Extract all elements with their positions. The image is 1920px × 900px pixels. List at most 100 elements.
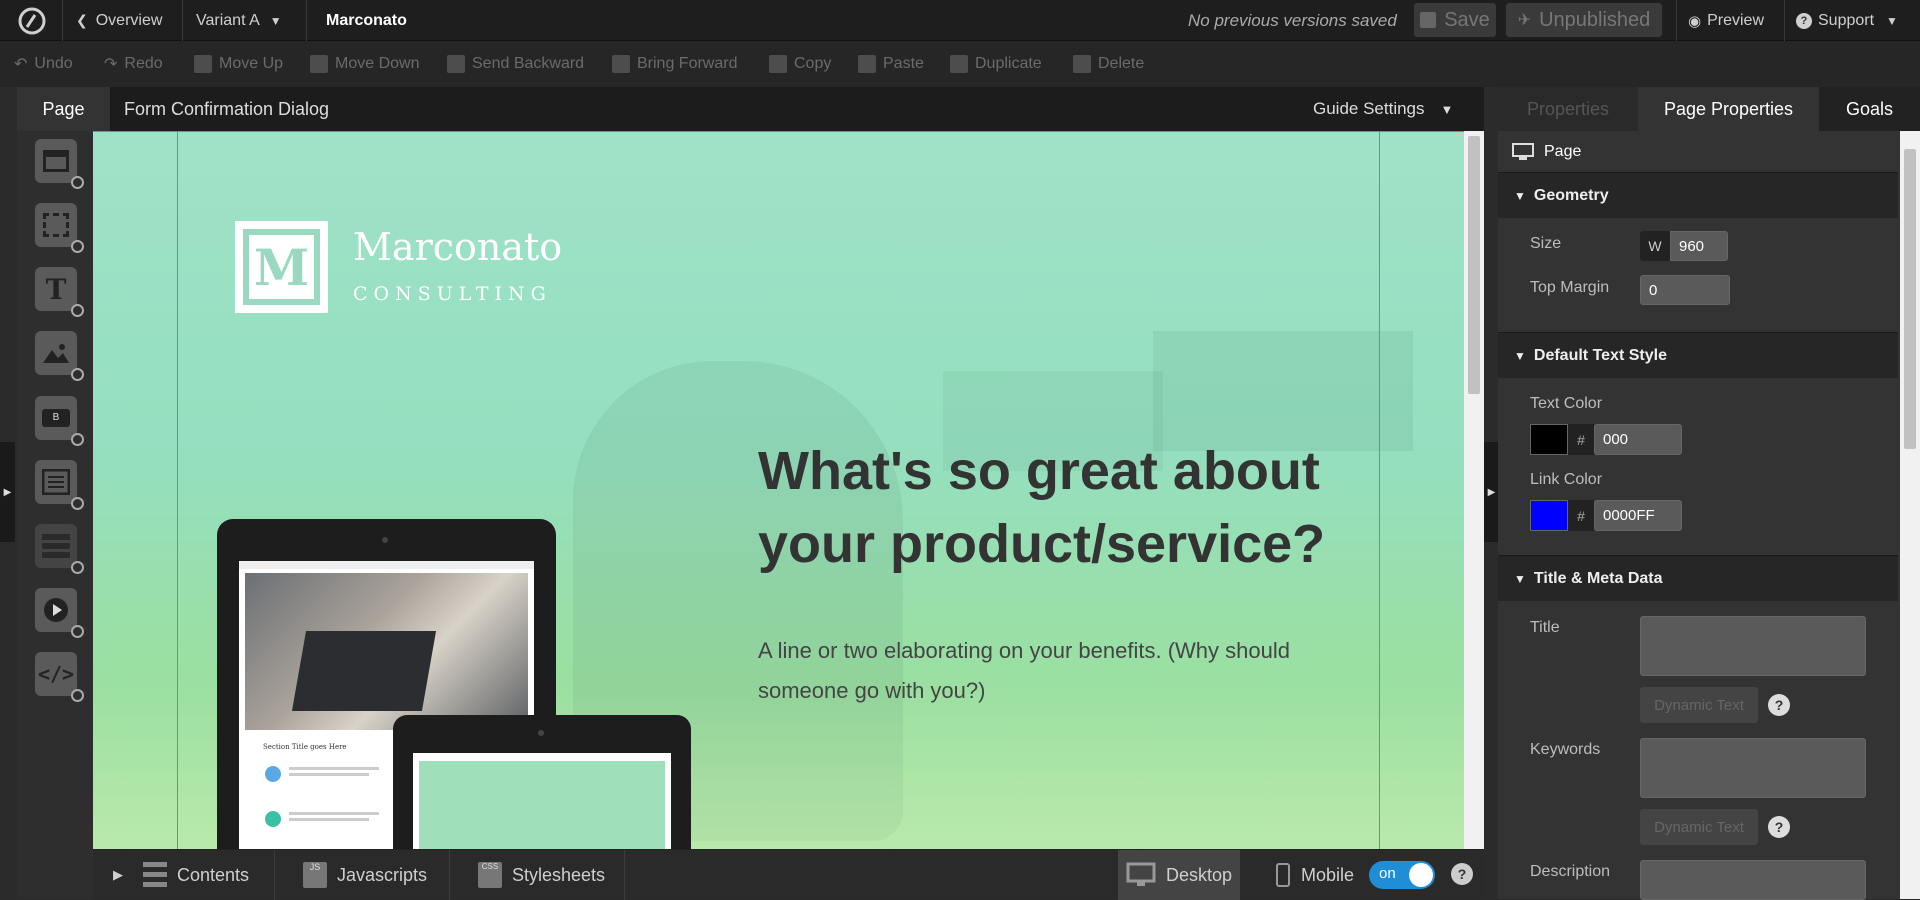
page-heading: Page [1512, 143, 1581, 161]
list-widget[interactable] [35, 524, 84, 574]
editor-header: Page Form Confirmation Dialog Guide Sett… [17, 87, 1484, 131]
drag-handle-icon [71, 176, 84, 189]
edit-toolbar: ↶ Undo ↷ Redo Move Up Move Down Send Backw… [0, 41, 1920, 87]
widget-rail: T B </> [17, 131, 93, 899]
logo-mark[interactable]: M [235, 221, 328, 313]
link-color-swatch[interactable] [1530, 500, 1568, 531]
page-canvas[interactable]: M Marconato CONSULTING What's so great a… [93, 131, 1464, 849]
text-color-swatch[interactable] [1530, 424, 1568, 455]
contents-toggle[interactable]: ▶ Contents [113, 850, 249, 900]
js-file-icon: JS [303, 862, 327, 888]
send-backward-button[interactable]: Send Backward [447, 41, 584, 87]
preview-button[interactable]: ◉ Preview [1688, 0, 1764, 41]
headline[interactable]: What's so great about your product/servi… [758, 435, 1378, 581]
redo-button[interactable]: ↷ Redo [104, 41, 163, 87]
dynamic-text-button[interactable]: Dynamic Text [1640, 809, 1758, 845]
left-drawer-toggle[interactable]: ▶ [0, 442, 15, 542]
tab-goals[interactable]: Goals [1819, 87, 1920, 131]
paste-button[interactable]: Paste [858, 41, 924, 87]
help-icon[interactable]: ? [1451, 863, 1473, 885]
text-style-section-header[interactable]: ▼ Default Text Style [1498, 332, 1898, 378]
button-widget[interactable]: B [35, 396, 84, 446]
tab-page[interactable]: Page [17, 87, 110, 131]
meta-title: Title & Meta Data [1533, 569, 1663, 587]
undo-icon: ↶ [14, 56, 28, 73]
copy-label: Copy [794, 55, 832, 72]
text-icon: T [45, 272, 67, 306]
list-icon [143, 862, 167, 888]
move-up-icon [194, 55, 212, 73]
link-color-input[interactable]: 0000FF [1594, 500, 1682, 531]
duplicate-label: Duplicate [975, 55, 1042, 72]
duplicate-button[interactable]: Duplicate [950, 41, 1042, 87]
tablet-small-image[interactable] [393, 715, 691, 849]
section-widget[interactable] [35, 139, 84, 189]
description-textarea[interactable] [1640, 860, 1866, 900]
scrollbar-thumb[interactable] [1904, 149, 1916, 449]
page-name: Marconato [326, 11, 407, 29]
canvas-scrollbar[interactable] [1464, 131, 1484, 849]
subheadline[interactable]: A line or two elaborating on your benefi… [758, 631, 1318, 711]
chevron-right-icon: ▶ [1487, 486, 1496, 498]
text-color-label: Text Color [1530, 395, 1603, 412]
keywords-textarea[interactable] [1640, 738, 1866, 798]
overview-link[interactable]: ❮ Overview [76, 0, 162, 41]
copy-button[interactable]: Copy [769, 41, 831, 87]
meta-section-header[interactable]: ▼ Title & Meta Data [1498, 555, 1898, 601]
support-dropdown[interactable]: ? Support ▼ [1796, 0, 1898, 41]
properties-panel: Properties Page Properties Goals Page ▼ … [1498, 87, 1920, 900]
unpublished-button[interactable]: ✈ Unpublished [1506, 3, 1662, 37]
geometry-section-header[interactable]: ▼ Geometry [1498, 172, 1898, 218]
bottom-bar: ▶ Contents JS Javascripts CSS Stylesheet… [93, 849, 1484, 900]
form-icon [42, 469, 70, 495]
desktop-view-button[interactable]: Desktop [1118, 850, 1240, 900]
bring-forward-button[interactable]: Bring Forward [612, 41, 737, 87]
css-file-icon: CSS [478, 862, 502, 888]
dynamic-text-button[interactable]: Dynamic Text [1640, 687, 1758, 723]
mobile-view-button[interactable]: Mobile [1275, 850, 1354, 900]
guide-line-right[interactable] [1379, 131, 1380, 849]
duplicate-icon [950, 55, 968, 73]
tab-properties[interactable]: Properties [1498, 87, 1638, 131]
code-widget[interactable]: </> [35, 652, 84, 702]
text-color-input[interactable]: 000 [1594, 424, 1682, 455]
desktop-icon [1126, 862, 1156, 886]
image-widget[interactable] [35, 331, 84, 381]
undo-button[interactable]: ↶ Undo [14, 41, 73, 87]
logo-letter: M [249, 235, 314, 299]
desktop-label: Desktop [1165, 864, 1233, 885]
tab-page-properties[interactable]: Page Properties [1638, 87, 1819, 131]
move-up-button[interactable]: Move Up [194, 41, 283, 87]
move-down-button[interactable]: Move Down [310, 41, 419, 87]
form-widget[interactable] [35, 460, 84, 510]
save-button[interactable]: Save [1414, 3, 1496, 37]
chevron-right-icon: ▶ [113, 867, 123, 882]
help-icon[interactable]: ? [1768, 694, 1790, 716]
logo-name: Marconato [353, 225, 563, 269]
help-icon[interactable]: ? [1768, 816, 1790, 838]
logo-icon[interactable] [18, 0, 46, 41]
width-input[interactable]: 960 [1670, 231, 1728, 261]
mobile-toggle[interactable]: on [1369, 861, 1435, 889]
top-margin-input[interactable]: 0 [1640, 275, 1730, 305]
chevron-down-icon: ▼ [269, 13, 282, 28]
panel-scrollbar[interactable] [1900, 131, 1920, 899]
send-backward-label: Send Backward [472, 55, 585, 72]
tab-form-confirmation-dialog[interactable]: Form Confirmation Dialog [124, 87, 329, 131]
javascripts-button[interactable]: JS Javascripts [303, 850, 427, 900]
right-drawer-toggle[interactable]: ▶ [1484, 442, 1499, 542]
publish-icon: ✈ [1517, 12, 1532, 29]
delete-button[interactable]: Delete [1073, 41, 1144, 87]
guide-settings-dropdown[interactable]: Guide Settings ▼ [1313, 87, 1453, 131]
guide-line-left[interactable] [177, 131, 178, 849]
video-widget[interactable] [35, 588, 84, 638]
stylesheets-button[interactable]: CSS Stylesheets [478, 850, 605, 900]
box-widget[interactable] [35, 203, 84, 253]
section-icon [43, 150, 69, 172]
variant-dropdown[interactable]: Variant A ▼ [196, 0, 282, 41]
drag-handle-icon [71, 561, 84, 574]
button-icon: B [42, 409, 70, 427]
text-widget[interactable]: T [35, 267, 84, 317]
scrollbar-thumb[interactable] [1468, 136, 1480, 394]
title-textarea[interactable] [1640, 616, 1866, 676]
